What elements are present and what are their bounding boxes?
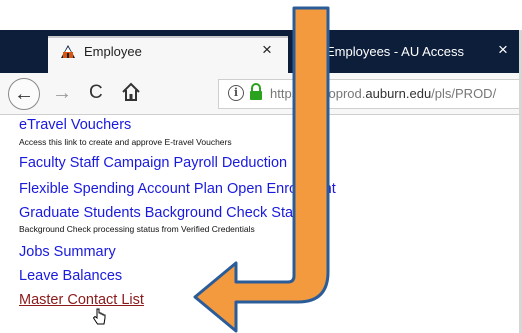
- lock-icon: [250, 83, 262, 100]
- url-domain: auburn.edu: [365, 86, 432, 101]
- url-prefix: http: [270, 86, 292, 101]
- link-graduate-background-check[interactable]: Graduate Students Background Check Statu…: [19, 205, 312, 221]
- tab-au-access-title[interactable]: Employees - AU Access: [326, 44, 464, 59]
- link-master-contact-list[interactable]: Master Contact List: [19, 292, 144, 308]
- screenshot-frame: Employee × Employees - AU Access × ← → C…: [0, 0, 522, 333]
- hand-cursor-icon: [92, 308, 106, 325]
- back-button[interactable]: ←: [8, 78, 40, 110]
- url-text: https://sssoprod.auburn.edu/pls/PROD/: [270, 86, 496, 101]
- back-arrow-icon: ←: [14, 82, 34, 105]
- background-check-description: Background Check processing status from …: [19, 224, 255, 234]
- etravel-description: Access this link to create and approve E…: [19, 137, 232, 147]
- link-jobs-summary[interactable]: Jobs Summary: [19, 244, 116, 260]
- url-hidden: s://sssoprod.: [291, 86, 366, 101]
- home-icon[interactable]: [120, 81, 142, 103]
- tab-title: Employee: [84, 44, 142, 59]
- url-path: /pls/PROD/: [431, 86, 497, 101]
- forward-button[interactable]: →: [52, 82, 72, 105]
- tab-au-access-close-icon[interactable]: ×: [498, 40, 508, 60]
- tab-close-icon[interactable]: ×: [262, 40, 272, 60]
- site-info-icon[interactable]: i: [228, 85, 244, 101]
- auburn-logo-icon: [61, 45, 75, 58]
- link-leave-balances[interactable]: Leave Balances: [19, 268, 122, 284]
- link-flexible-spending-account[interactable]: Flexible Spending Account Plan Open Enro…: [19, 181, 336, 197]
- reload-button[interactable]: C: [89, 82, 103, 104]
- link-etravel-vouchers[interactable]: eTravel Vouchers: [19, 117, 131, 133]
- link-faculty-staff-campaign[interactable]: Faculty Staff Campaign Payroll Deduction: [19, 155, 287, 171]
